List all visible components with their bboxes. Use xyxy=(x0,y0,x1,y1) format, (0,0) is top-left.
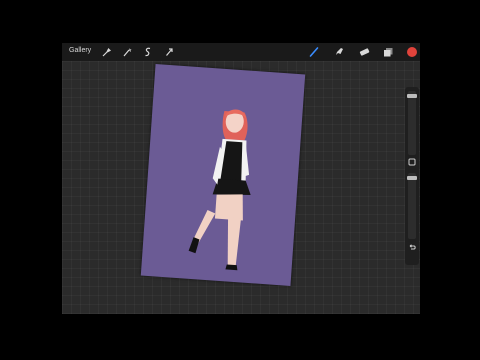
opacity-thumb[interactable] xyxy=(407,176,417,180)
wrench-icon[interactable] xyxy=(100,46,112,58)
top-toolbar: Gallery xyxy=(62,43,420,61)
modify-square-icon[interactable] xyxy=(407,157,417,167)
undo-icon[interactable] xyxy=(407,242,417,252)
opacity-slider[interactable] xyxy=(407,173,417,239)
character-illustration xyxy=(188,109,251,271)
sidebar xyxy=(405,87,419,265)
procreate-app: Gallery xyxy=(62,43,420,314)
smudge-icon[interactable] xyxy=(333,46,345,58)
brush-size-slider[interactable] xyxy=(407,91,417,155)
brush-icon[interactable] xyxy=(308,46,320,58)
eraser-icon[interactable] xyxy=(358,46,370,58)
brush-size-thumb[interactable] xyxy=(407,94,417,98)
layers-icon[interactable] xyxy=(382,46,394,58)
transform-arrow-icon[interactable] xyxy=(163,46,175,58)
gallery-button[interactable]: Gallery xyxy=(69,47,91,54)
magic-wand-icon[interactable] xyxy=(121,46,133,58)
selection-icon[interactable] xyxy=(142,46,154,58)
color-picker-button[interactable] xyxy=(407,47,417,57)
drawing-canvas[interactable] xyxy=(140,64,306,286)
